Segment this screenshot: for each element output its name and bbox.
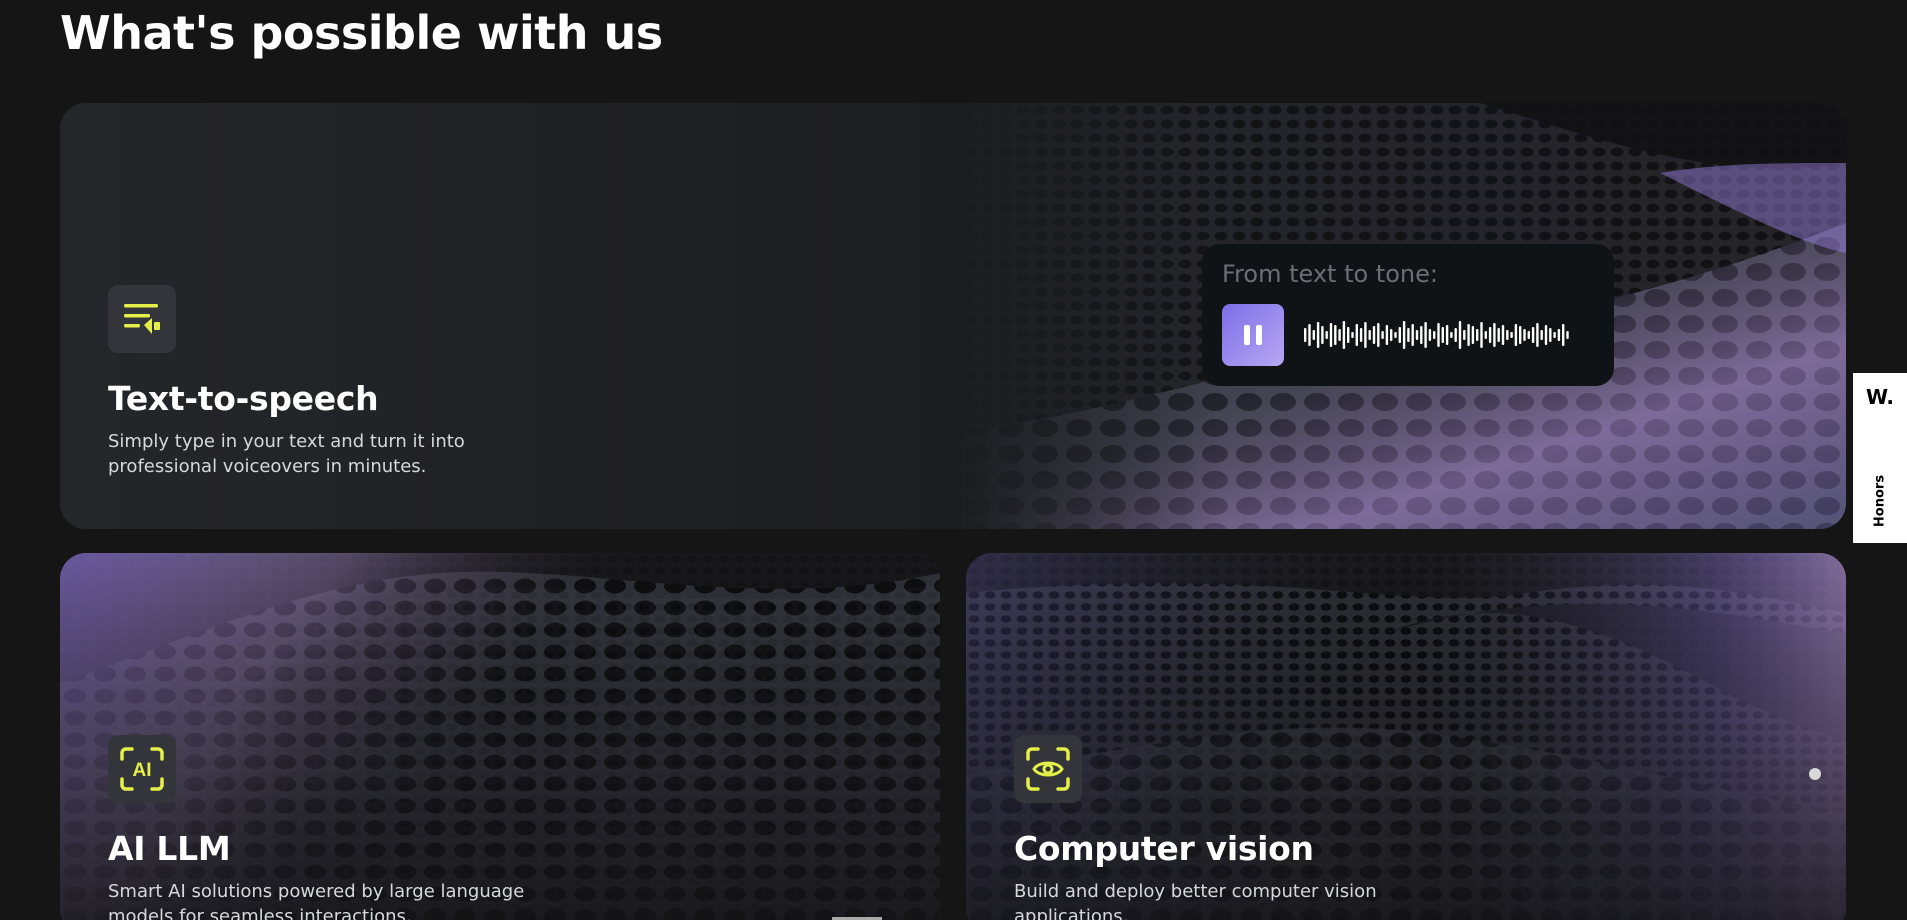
text-to-speech-icon bbox=[124, 304, 160, 334]
waveform-bar bbox=[1484, 331, 1487, 339]
carousel-dot[interactable] bbox=[1809, 768, 1821, 780]
waveform-bar bbox=[1407, 328, 1410, 342]
text-to-speech-title: Text-to-speech bbox=[108, 379, 379, 418]
waveform-bar bbox=[1402, 321, 1406, 349]
waveform-bar bbox=[1304, 328, 1307, 342]
waveform-bar bbox=[1467, 324, 1470, 346]
waveform-bar bbox=[1514, 324, 1518, 346]
waveform-bar bbox=[1394, 332, 1397, 338]
waveform-bar bbox=[1493, 323, 1496, 347]
waveform-bar bbox=[1488, 327, 1492, 343]
waveform-bar bbox=[1458, 321, 1462, 349]
ai-llm-icon-box: AI bbox=[108, 735, 176, 803]
waveform-bar bbox=[1329, 323, 1333, 347]
waveform-bar bbox=[1342, 321, 1346, 349]
waveform-bar bbox=[1450, 332, 1453, 338]
waveform-bar bbox=[1523, 329, 1526, 341]
waveform-bar bbox=[1454, 328, 1457, 342]
waveform-bar bbox=[1531, 327, 1535, 343]
waveform-bar bbox=[1566, 331, 1569, 339]
waveform-bar bbox=[1501, 325, 1505, 345]
ai-llm-title: AI LLM bbox=[108, 829, 231, 868]
waveform-bar bbox=[1359, 328, 1363, 342]
waveform-bar bbox=[1536, 323, 1539, 347]
text-to-speech-card[interactable]: Text-to-speech Simply type in your text … bbox=[60, 103, 1846, 529]
waveform-bar bbox=[1476, 329, 1479, 341]
waveform-bar bbox=[1321, 326, 1324, 344]
waveform-bar bbox=[1338, 329, 1341, 341]
waveform-bar bbox=[1463, 330, 1466, 340]
waveform-bar bbox=[1411, 324, 1414, 346]
computer-vision-title: Computer vision bbox=[1014, 829, 1314, 868]
waveform-bar bbox=[1557, 329, 1561, 341]
waveform-bar bbox=[1471, 326, 1475, 344]
waveform-bar bbox=[1316, 322, 1320, 348]
waveform-bar bbox=[1372, 326, 1376, 344]
waveform-bar bbox=[1437, 323, 1440, 347]
computer-vision-icon-box bbox=[1014, 735, 1082, 803]
honors-label: Honors bbox=[1872, 474, 1888, 528]
ai-scan-icon: AI bbox=[120, 747, 164, 791]
waveform-bar bbox=[1390, 329, 1393, 341]
waveform-bar bbox=[1312, 330, 1315, 340]
waveform-bar bbox=[1415, 330, 1419, 340]
audio-player: From text to tone: bbox=[1202, 244, 1614, 386]
audio-waveform[interactable] bbox=[1304, 304, 1578, 366]
honors-side-tab[interactable]: W. Honors bbox=[1853, 373, 1907, 543]
audio-player-label: From text to tone: bbox=[1222, 260, 1438, 288]
waveform-bar bbox=[1308, 324, 1311, 346]
waveform-bar bbox=[1553, 332, 1556, 338]
waveform-bar bbox=[1549, 328, 1552, 342]
image-fade-overlay bbox=[960, 103, 1220, 529]
waveform-bar bbox=[1540, 330, 1543, 340]
waveform-bar bbox=[1420, 326, 1423, 344]
waveform-bar bbox=[1519, 326, 1522, 344]
waveform-bar bbox=[1544, 325, 1548, 345]
waveform-bar bbox=[1562, 324, 1565, 346]
computer-vision-description: Build and deploy better computer vision … bbox=[1014, 881, 1377, 920]
waveform-bar bbox=[1325, 331, 1328, 339]
text-to-speech-icon-box bbox=[108, 285, 176, 353]
section-title: What's possible with us bbox=[60, 6, 663, 60]
waveform-bar bbox=[1480, 322, 1483, 348]
text-to-speech-description: Simply type in your text and turn it int… bbox=[108, 431, 465, 477]
waveform-bar bbox=[1381, 331, 1384, 339]
waveform-bar bbox=[1497, 328, 1500, 342]
waveform-bar bbox=[1424, 322, 1427, 348]
waveform-bar bbox=[1334, 325, 1337, 345]
waveform-bar bbox=[1428, 329, 1432, 341]
waveform-bar bbox=[1398, 327, 1401, 343]
waveform-bar bbox=[1506, 330, 1509, 340]
waveform-bar bbox=[1377, 323, 1380, 347]
waveform-bar bbox=[1510, 332, 1513, 338]
waveform-bar bbox=[1433, 331, 1436, 339]
waveform-bar bbox=[1355, 324, 1358, 346]
pause-icon-bar bbox=[1256, 325, 1262, 345]
computer-vision-card[interactable]: Computer vision Build and deploy better … bbox=[966, 553, 1846, 920]
ai-llm-card[interactable]: AI AI LLM Smart AI solutions powered by … bbox=[60, 553, 940, 920]
pause-button[interactable] bbox=[1222, 304, 1284, 366]
waveform-bar bbox=[1347, 327, 1350, 343]
eye-scan-icon bbox=[1026, 747, 1070, 791]
waveform-bar bbox=[1364, 322, 1367, 348]
waveform-bar bbox=[1385, 325, 1389, 345]
waveform-bar bbox=[1441, 327, 1444, 343]
waveform-bar bbox=[1351, 332, 1354, 338]
waveform-bar bbox=[1368, 330, 1371, 340]
page: What's possible with us Text-to-speech S… bbox=[0, 0, 1907, 920]
ai-icon-text: AI bbox=[133, 760, 152, 781]
waveform-bar bbox=[1445, 325, 1449, 345]
ai-llm-description: Smart AI solutions powered by large lang… bbox=[108, 881, 525, 920]
awwwards-logo: W. bbox=[1865, 385, 1895, 409]
waveform-bar bbox=[1527, 331, 1530, 339]
pause-icon bbox=[1244, 325, 1250, 345]
